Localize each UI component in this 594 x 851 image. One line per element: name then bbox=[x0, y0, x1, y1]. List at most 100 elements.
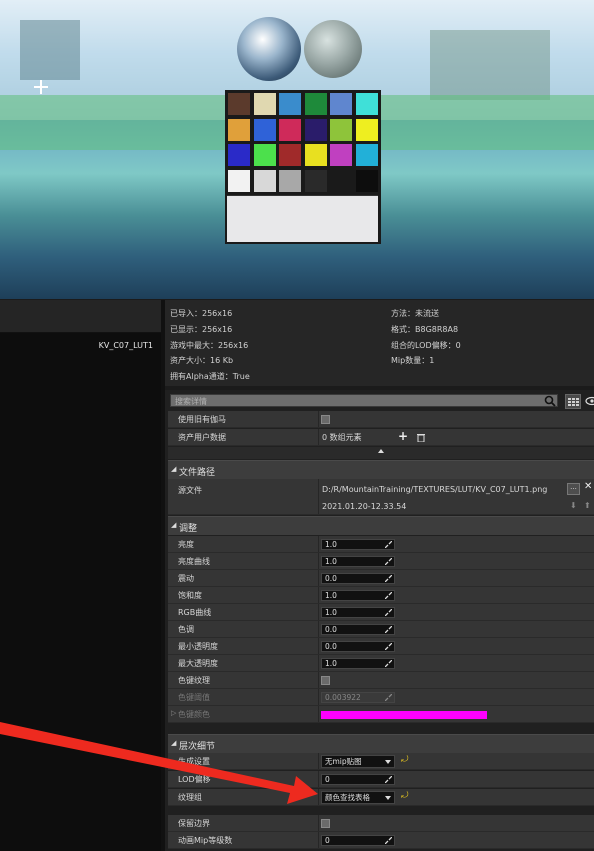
asset-name[interactable]: KV_C07_LUT1 bbox=[99, 341, 153, 350]
spin-arrows-icon[interactable] bbox=[385, 592, 392, 599]
reset-to-default-icon[interactable]: ⤾ bbox=[401, 756, 409, 765]
color-swatch bbox=[279, 93, 301, 115]
white-board bbox=[227, 195, 378, 242]
clear-path-icon[interactable]: ✕ bbox=[584, 481, 592, 492]
search-input[interactable]: 搜索详情 bbox=[170, 394, 558, 407]
spin-arrows-icon[interactable] bbox=[385, 837, 392, 844]
spin-arrows-icon[interactable] bbox=[385, 609, 392, 616]
gray-sphere bbox=[304, 20, 362, 78]
adjust-value: 1.0 bbox=[325, 608, 337, 617]
spin-arrows-icon[interactable] bbox=[385, 643, 392, 650]
mip-gen-dropdown[interactable]: 无mip贴图 bbox=[321, 755, 395, 768]
adjust-value: 0.0 bbox=[325, 574, 337, 583]
color-swatch bbox=[304, 93, 327, 115]
reset-to-default-icon[interactable]: ⤾ bbox=[401, 792, 409, 801]
use-legacy-gamma-checkbox[interactable] bbox=[321, 415, 330, 424]
adjust-value: 1.0 bbox=[325, 591, 337, 600]
info-lod-bias: 组合的LOD偏移：0 bbox=[391, 341, 461, 350]
adjust-row: RGB曲线 1.0 bbox=[168, 604, 594, 621]
mip-gen-label: 生成设置 bbox=[178, 757, 210, 766]
asset-user-data-value: 0 数组元素 bbox=[322, 433, 362, 442]
row-chroma-key: 色键纹理 bbox=[168, 672, 594, 689]
advanced-expander[interactable] bbox=[168, 447, 594, 459]
asset-list-panel: KV_C07_LUT1 bbox=[0, 300, 161, 851]
color-swatch bbox=[355, 93, 378, 115]
color-swatch bbox=[228, 118, 250, 141]
adjust-row: 饱和度 1.0 bbox=[168, 587, 594, 604]
chroma-threshold-value: 0.003922 bbox=[325, 693, 361, 702]
section-level-of-detail[interactable]: ◢ 层次细节 bbox=[168, 734, 594, 753]
mip-load-field[interactable]: 0 bbox=[321, 835, 395, 846]
row-preserve-border: 保留边界 bbox=[168, 815, 594, 832]
adjust-value-field[interactable]: 1.0 bbox=[321, 556, 395, 567]
collapse-triangle-icon: ◢ bbox=[171, 739, 177, 747]
spin-arrows-icon[interactable] bbox=[385, 776, 392, 783]
color-swatch bbox=[304, 169, 327, 192]
color-swatch bbox=[228, 93, 250, 115]
add-element-icon[interactable]: + bbox=[398, 429, 408, 443]
search-icon[interactable] bbox=[544, 395, 557, 407]
chroma-color-swatch[interactable] bbox=[321, 711, 487, 719]
spin-arrows-icon[interactable] bbox=[385, 558, 392, 565]
adjust-value-field[interactable]: 1.0 bbox=[321, 539, 395, 550]
adjust-value-field[interactable]: 1.0 bbox=[321, 658, 395, 669]
lod-bias-field[interactable]: 0 bbox=[321, 774, 395, 785]
browse-button[interactable]: ... bbox=[567, 483, 580, 495]
color-swatch bbox=[253, 169, 276, 192]
row-asset-user-data: 资产用户数据 0 数组元素 + bbox=[168, 429, 594, 446]
section-file-path[interactable]: ◢ 文件路径 bbox=[168, 460, 594, 479]
section-adjustments[interactable]: ◢ 调整 bbox=[168, 516, 594, 535]
color-swatch bbox=[330, 118, 352, 141]
asset-list-header bbox=[0, 300, 161, 333]
preserve-border-label: 保留边界 bbox=[178, 819, 210, 828]
file-path-section-label: 文件路径 bbox=[179, 468, 216, 478]
texture-group-dropdown[interactable]: 颜色查找表格 bbox=[321, 791, 395, 804]
adjust-value-field[interactable]: 1.0 bbox=[321, 590, 395, 601]
spin-arrows-icon[interactable] bbox=[385, 694, 392, 701]
chroma-threshold-label: 色键阈值 bbox=[178, 693, 210, 702]
spin-arrows-icon[interactable] bbox=[385, 660, 392, 667]
trash-icon[interactable] bbox=[417, 433, 425, 442]
info-max-ingame: 游戏中最大：256x16 bbox=[170, 341, 249, 350]
reimport-down-icon[interactable]: ⬇ bbox=[570, 501, 577, 510]
chevron-down-icon bbox=[385, 760, 391, 764]
adjust-label: 震动 bbox=[178, 574, 194, 583]
preserve-border-checkbox[interactable] bbox=[321, 819, 330, 828]
expand-triangle-icon[interactable]: ▷ bbox=[171, 709, 176, 717]
adjustments-section-label: 调整 bbox=[179, 524, 198, 534]
spin-arrows-icon[interactable] bbox=[385, 541, 392, 548]
row-mip-load: 动画Mip等级数 0 bbox=[168, 832, 594, 849]
chroma-threshold-field[interactable]: 0.003922 bbox=[321, 692, 395, 703]
adjust-label: 最大透明度 bbox=[178, 659, 218, 668]
adjust-value-field[interactable]: 0.0 bbox=[321, 624, 395, 635]
eye-icon[interactable] bbox=[585, 395, 594, 407]
info-imported: 已导入：256x16 bbox=[170, 309, 233, 318]
use-legacy-gamma-label: 使用旧有伽马 bbox=[178, 415, 226, 424]
adjust-value: 1.0 bbox=[325, 557, 337, 566]
adjust-value-field[interactable]: 0.0 bbox=[321, 641, 395, 652]
lod-bias-value: 0 bbox=[325, 775, 330, 784]
spin-arrows-icon[interactable] bbox=[385, 626, 392, 633]
texture-preview-viewport[interactable] bbox=[0, 0, 594, 299]
adjust-value-field[interactable]: 1.0 bbox=[321, 607, 395, 618]
color-swatch bbox=[253, 118, 276, 141]
view-options-button[interactable] bbox=[565, 394, 581, 409]
info-displayed: 已显示：256x16 bbox=[170, 325, 233, 334]
chroma-key-checkbox[interactable] bbox=[321, 676, 330, 685]
row-mip-gen-settings: 生成设置 无mip贴图 ⤾ bbox=[168, 753, 594, 770]
row-chroma-threshold: 色键阈值 0.003922 bbox=[168, 689, 594, 706]
chevron-down-icon bbox=[385, 796, 391, 800]
info-resource-size: 资产大小：16 Kb bbox=[170, 356, 234, 365]
color-swatch bbox=[355, 118, 378, 141]
section-gap bbox=[168, 807, 594, 815]
adjust-value-field[interactable]: 0.0 bbox=[321, 573, 395, 584]
collapse-triangle-icon: ◢ bbox=[171, 465, 177, 473]
adjust-value: 0.0 bbox=[325, 625, 337, 634]
chroma-key-label: 色键纹理 bbox=[178, 676, 210, 685]
color-swatch bbox=[228, 169, 250, 192]
source-file-label: 源文件 bbox=[178, 486, 202, 495]
info-has-alpha: 拥有Alpha通道：True bbox=[170, 372, 250, 381]
reimport-up-icon[interactable]: ⬆ bbox=[584, 501, 591, 510]
color-swatch bbox=[228, 144, 250, 166]
spin-arrows-icon[interactable] bbox=[385, 575, 392, 582]
